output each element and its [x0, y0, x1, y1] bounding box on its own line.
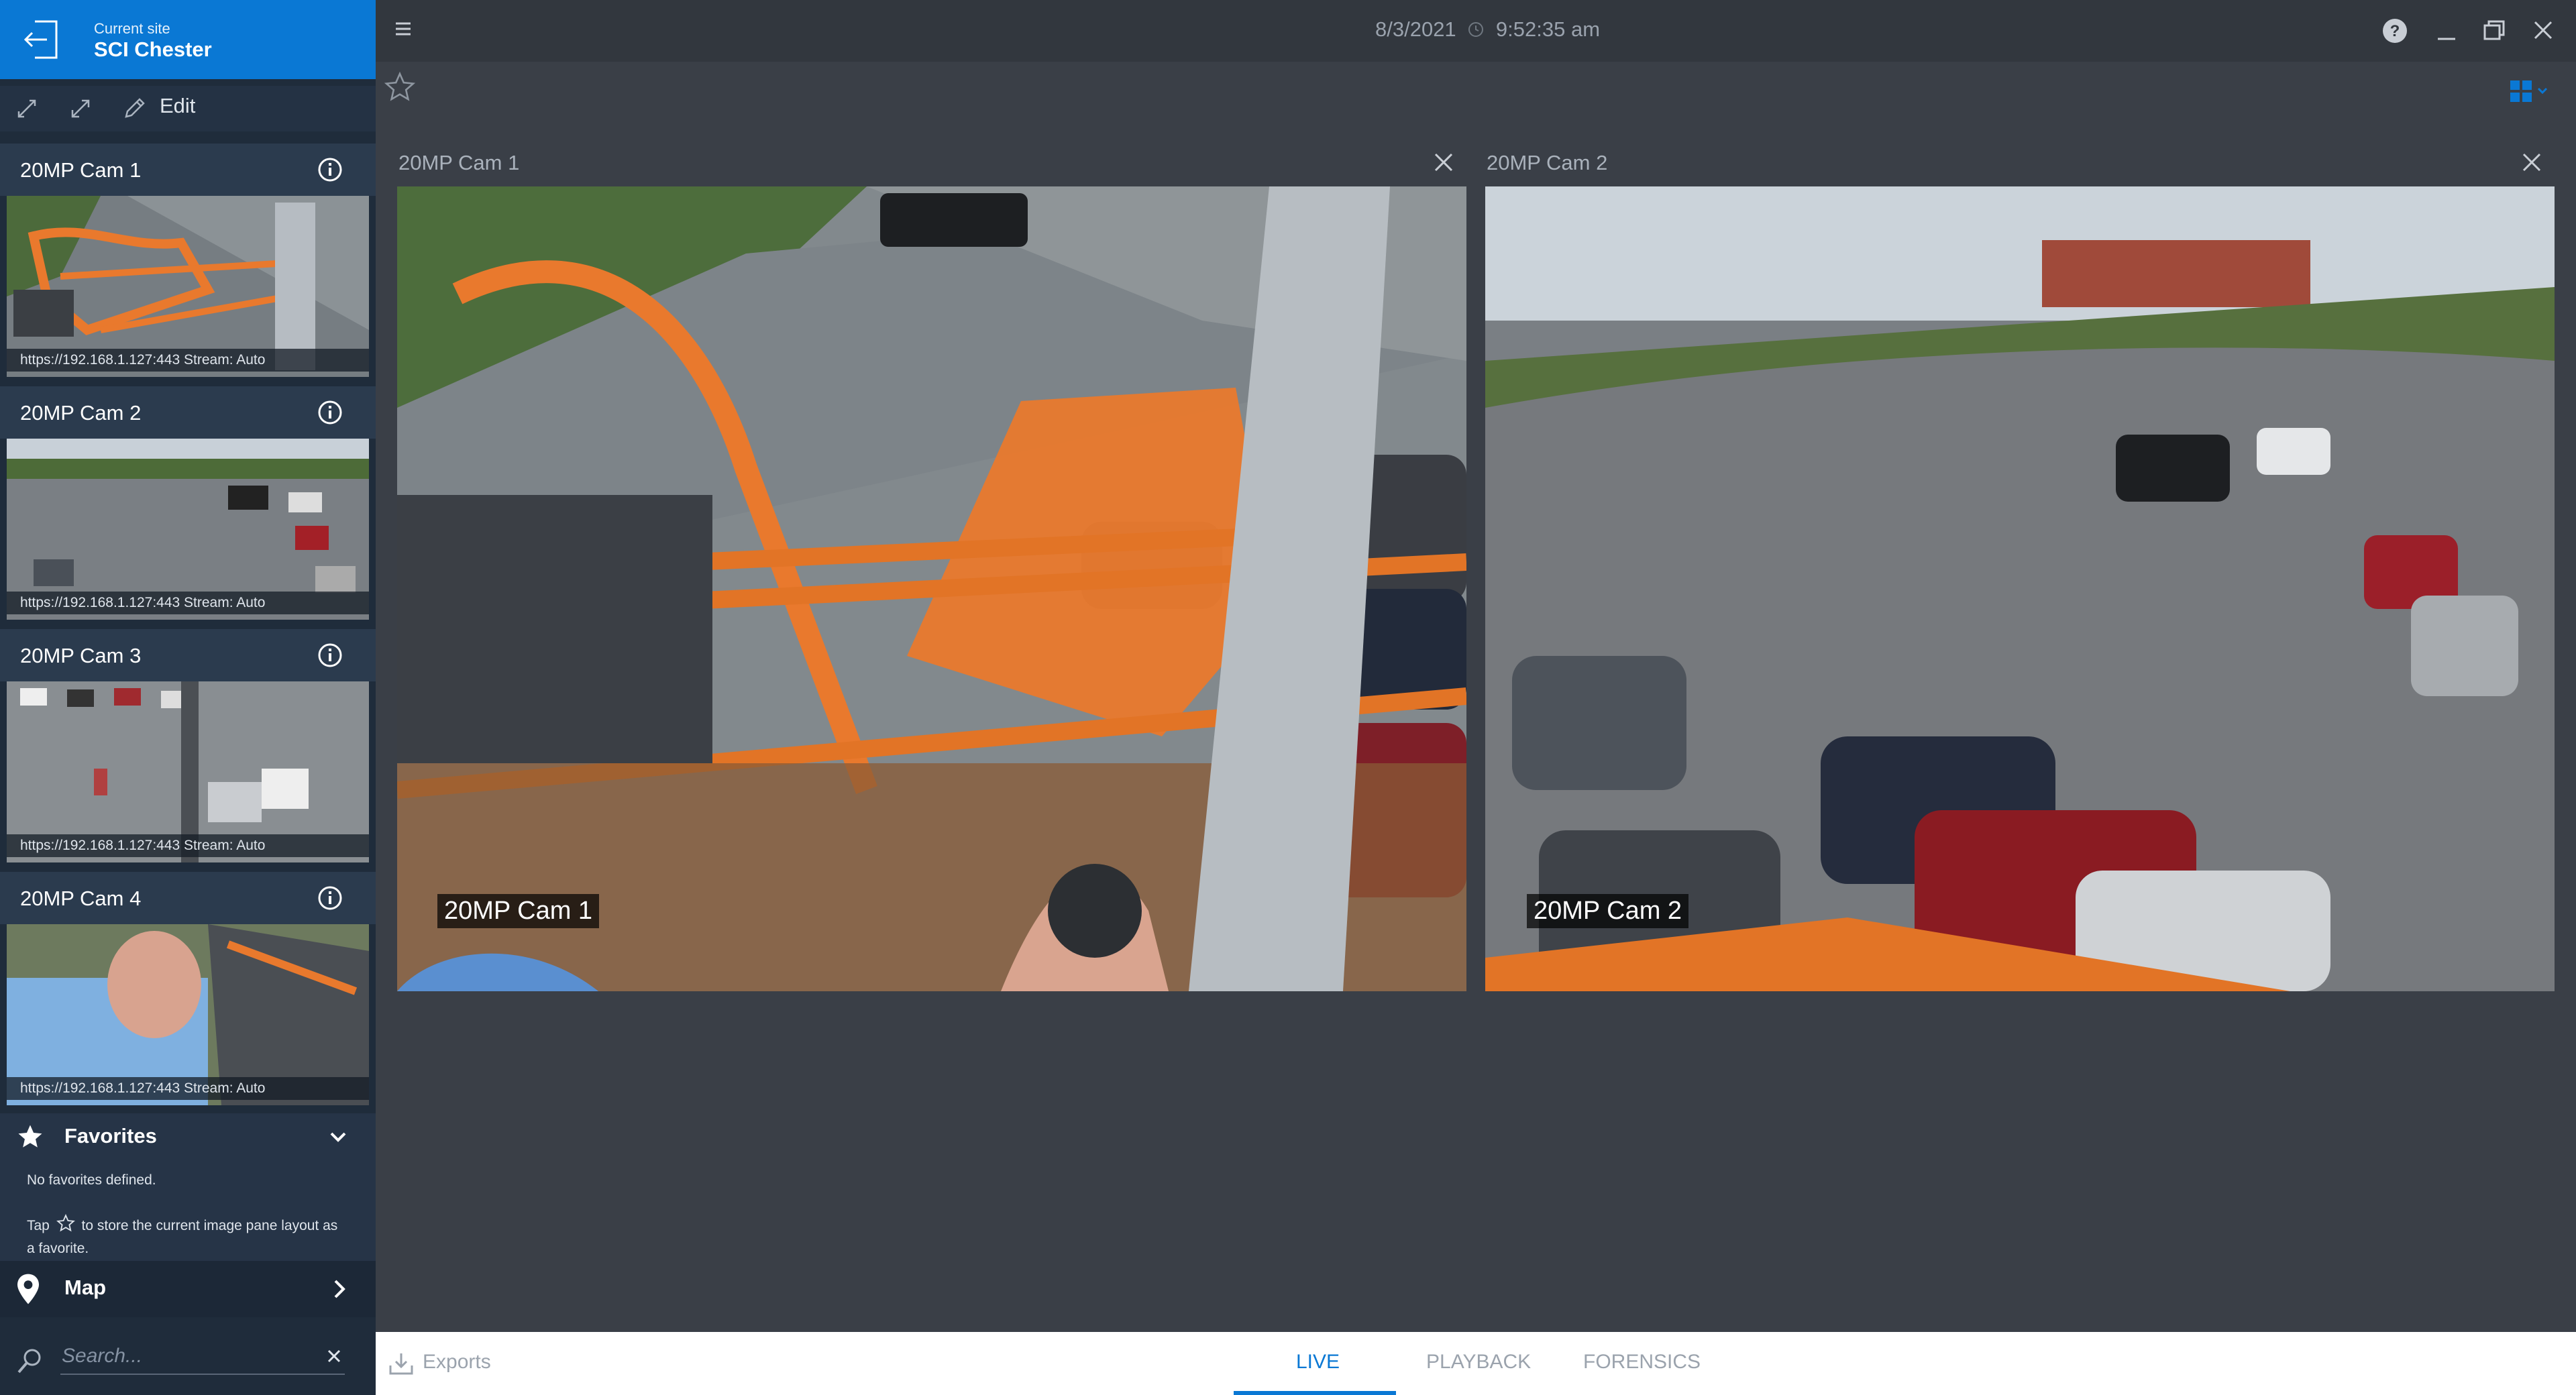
- camera-card-1[interactable]: 20MP Cam 1 https://192.168.1.127:443 Str…: [0, 144, 376, 384]
- edit-button[interactable]: Edit: [160, 94, 195, 118]
- info-icon[interactable]: [317, 642, 343, 669]
- chevron-down-icon[interactable]: [327, 1128, 349, 1147]
- camera-card-header: 20MP Cam 3: [0, 629, 376, 681]
- star-outline-icon: [56, 1214, 75, 1233]
- camera-card-header: 20MP Cam 1: [0, 144, 376, 196]
- chevron-right-icon[interactable]: [331, 1278, 347, 1300]
- tab-playback[interactable]: PLAYBACK: [1426, 1351, 1531, 1374]
- camera-card-header: 20MP Cam 4: [0, 872, 376, 924]
- camera-card-title: 20MP Cam 4: [20, 887, 142, 910]
- help-icon[interactable]: ?: [2381, 17, 2408, 44]
- camera-card-header: 20MP Cam 2: [0, 386, 376, 439]
- camera-url: https://192.168.1.127:443 Stream: Auto: [7, 349, 369, 372]
- date-text: 8/3/2021: [1375, 17, 1456, 41]
- pane-title: 20MP Cam 2: [1487, 151, 1608, 174]
- info-icon[interactable]: [317, 885, 343, 911]
- close-pane-icon[interactable]: [1432, 150, 1456, 174]
- exports-button[interactable]: Exports: [423, 1351, 491, 1374]
- search-row: [0, 1317, 376, 1395]
- expand-icon[interactable]: [67, 95, 94, 122]
- tab-live[interactable]: LIVE: [1296, 1351, 1340, 1374]
- video-overlay-label: 20MP Cam 1: [437, 894, 600, 928]
- camera-url: https://192.168.1.127:443 Stream: Auto: [7, 834, 369, 857]
- video-overlay-label: 20MP Cam 2: [1527, 894, 1689, 928]
- camera-card-3[interactable]: 20MP Cam 3 https://192.168.1.127:443 Str…: [0, 629, 376, 869]
- video-feed[interactable]: [1485, 186, 2555, 991]
- pane-title: 20MP Cam 1: [398, 151, 520, 174]
- search-icon: [15, 1347, 44, 1376]
- active-tab-indicator: [1234, 1391, 1396, 1395]
- time-text: 9:52:35 am: [1495, 17, 1601, 41]
- camera-card-title: 20MP Cam 2: [20, 401, 142, 425]
- map-row[interactable]: Map: [0, 1261, 376, 1317]
- close-pane-icon[interactable]: [2520, 150, 2544, 174]
- app-window: Current site SCI Chester Edit 20MP Cam 1: [0, 0, 2576, 1395]
- favorites-hint-pre: Tap: [27, 1218, 50, 1233]
- favorites-header[interactable]: Favorites: [0, 1113, 376, 1160]
- datetime: 8/3/2021 9:52:35 am: [1375, 17, 1600, 42]
- pane-toolbar: [376, 62, 2576, 115]
- sidebar: Current site SCI Chester Edit 20MP Cam 1: [0, 0, 376, 1395]
- svg-text:?: ?: [2390, 22, 2400, 40]
- video-feed[interactable]: [397, 186, 1466, 991]
- favorite-star-icon[interactable]: [384, 71, 416, 103]
- info-icon[interactable]: [317, 156, 343, 183]
- top-bar: 8/3/2021 9:52:35 am ?: [376, 0, 2576, 62]
- video-pane-1[interactable]: 20MP Cam 1 20MP Cam 1: [397, 141, 1466, 993]
- camera-url: https://192.168.1.127:443 Stream: Auto: [7, 1077, 369, 1100]
- hamburger-menu-icon[interactable]: [394, 20, 412, 38]
- favorites-section: Favorites No favorites defined. Tap to s…: [0, 1113, 376, 1261]
- clock-icon: [1467, 21, 1485, 38]
- site-name: SCI Chester: [94, 38, 212, 61]
- search-input[interactable]: [60, 1339, 345, 1375]
- clear-search-icon[interactable]: [325, 1347, 343, 1365]
- camera-card-4[interactable]: 20MP Cam 4 https://192.168.1.127:443 Str…: [0, 872, 376, 1112]
- close-window-icon[interactable]: [2532, 19, 2555, 42]
- camera-card-title: 20MP Cam 1: [20, 158, 142, 182]
- map-label: Map: [64, 1276, 106, 1299]
- bottom-bar: Exports LIVE PLAYBACK FORENSICS: [376, 1332, 2576, 1395]
- tab-forensics[interactable]: FORENSICS: [1583, 1351, 1701, 1374]
- site-header: Current site SCI Chester: [0, 0, 376, 79]
- video-pane-2[interactable]: 20MP Cam 2 20MP Cam 2: [1485, 141, 2555, 993]
- camera-url: https://192.168.1.127:443 Stream: Auto: [7, 592, 369, 614]
- camera-card-2[interactable]: 20MP Cam 2 https://192.168.1.127:443 Str…: [0, 386, 376, 626]
- minimize-icon[interactable]: [2435, 20, 2458, 43]
- star-icon: [16, 1123, 44, 1151]
- site-label: Current site: [94, 20, 170, 37]
- info-icon[interactable]: [317, 399, 343, 426]
- back-icon[interactable]: [21, 17, 62, 62]
- export-icon: [388, 1352, 415, 1376]
- restore-icon[interactable]: [2482, 19, 2506, 43]
- favorites-empty-text: No favorites defined.: [27, 1172, 156, 1188]
- favorites-hint: Tap to store the current image pane layo…: [27, 1214, 349, 1260]
- camera-card-title: 20MP Cam 3: [20, 644, 142, 667]
- pencil-icon[interactable]: [121, 95, 148, 122]
- favorites-title: Favorites: [64, 1124, 157, 1148]
- collapse-icon[interactable]: [13, 95, 40, 122]
- layout-grid-icon[interactable]: [2509, 78, 2552, 105]
- map-pin-icon: [15, 1273, 42, 1305]
